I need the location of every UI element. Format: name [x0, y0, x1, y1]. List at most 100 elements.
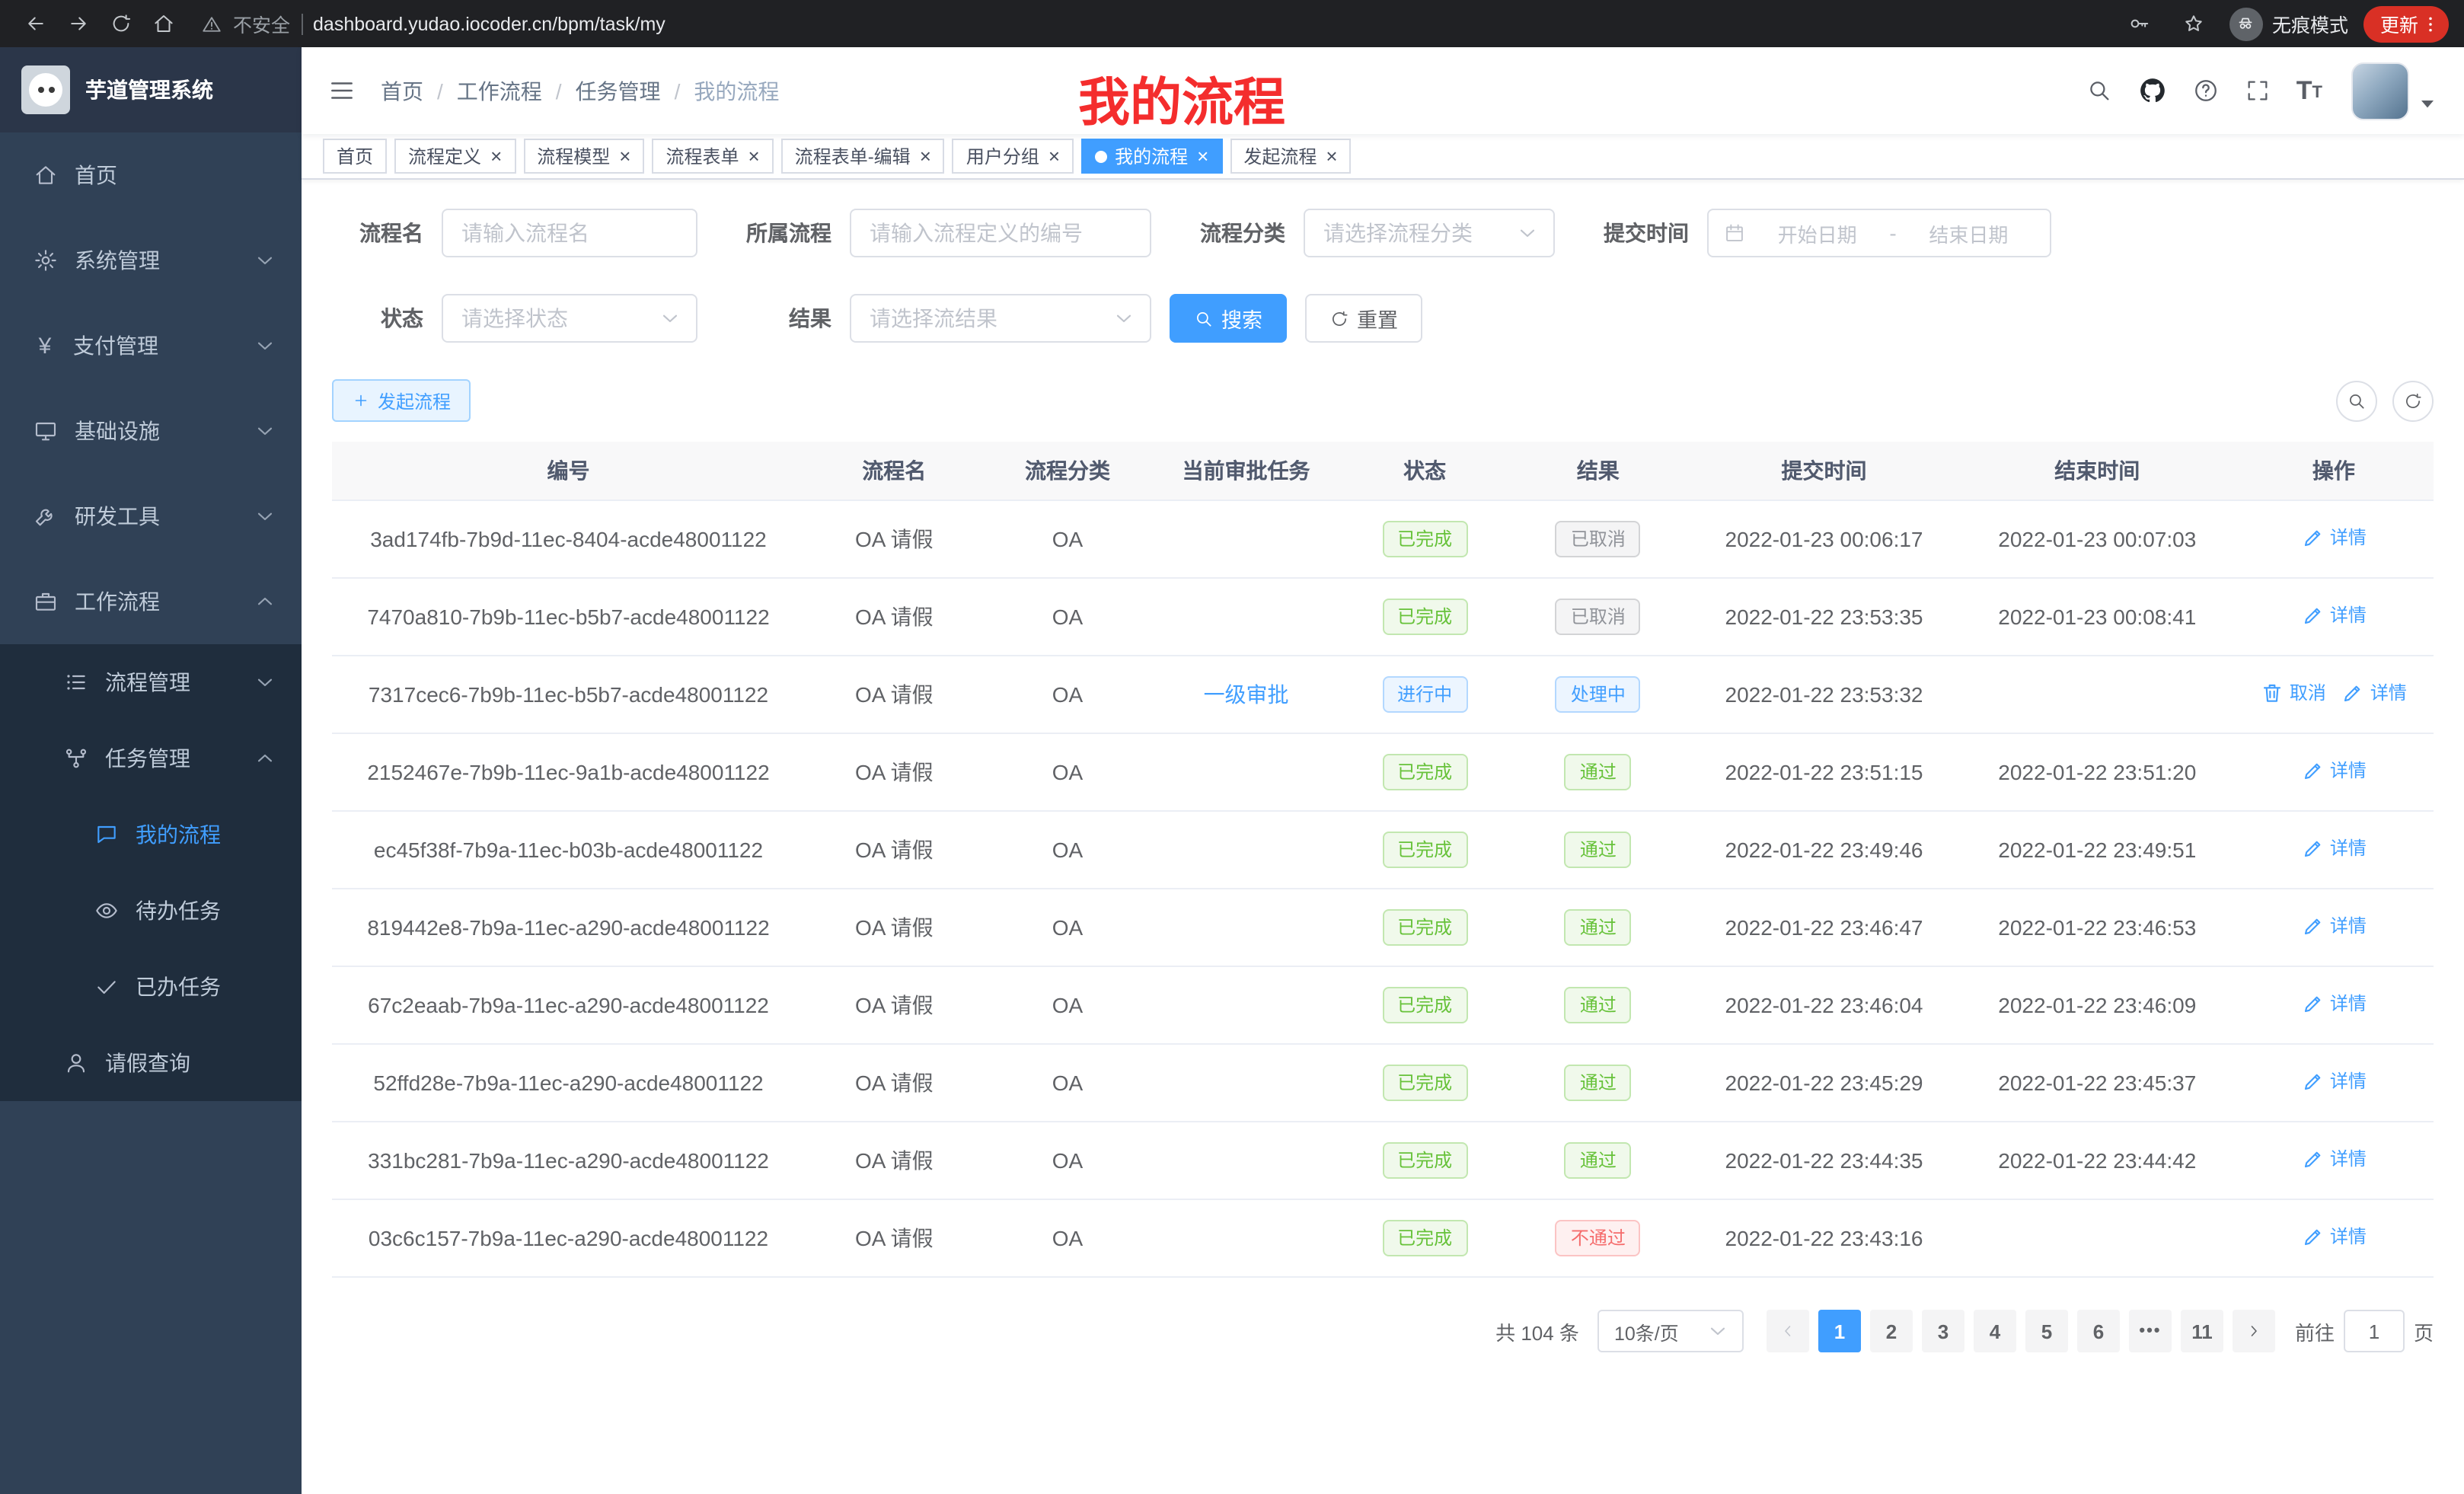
page-button-4[interactable]: 4 — [1974, 1310, 2016, 1352]
detail-action-link[interactable]: 详情 — [2301, 1224, 2367, 1250]
current-task-link[interactable]: 一级审批 — [1204, 682, 1289, 707]
cancel-action-link[interactable]: 取消 — [2261, 680, 2326, 706]
reset-button[interactable]: 重置 — [1305, 294, 1422, 343]
result-tag: 通过 — [1565, 754, 1632, 790]
tab-start-process[interactable]: 发起流程× — [1230, 139, 1351, 174]
user-avatar-menu[interactable] — [2351, 62, 2440, 120]
sidebar-item-workflow[interactable]: 工作流程 — [0, 559, 302, 644]
detail-action-link[interactable]: 详情 — [2301, 525, 2367, 551]
browser-back-button[interactable] — [15, 4, 55, 43]
toolbar-refresh-button[interactable] — [2392, 380, 2434, 421]
page-button-3[interactable]: 3 — [1922, 1310, 1964, 1352]
detail-action-link[interactable]: 详情 — [2301, 835, 2367, 861]
header-search-button[interactable] — [2086, 78, 2112, 104]
cell-result: 已取消 — [1509, 500, 1688, 578]
tab-close-icon[interactable]: × — [1326, 146, 1337, 166]
font-size-button[interactable]: TT — [2296, 78, 2322, 104]
search-button[interactable]: 搜索 — [1170, 294, 1287, 343]
detail-action-link[interactable]: 详情 — [2301, 913, 2367, 939]
tab-process-model[interactable]: 流程模型× — [523, 139, 644, 174]
chevron-down-icon — [658, 306, 682, 330]
sidebar-item-task-management[interactable]: 任务管理 — [0, 720, 302, 796]
sidebar-item-done-task[interactable]: 已办任务 — [0, 949, 302, 1025]
detail-action-link[interactable]: 详情 — [2301, 758, 2367, 784]
table-row: 819442e8-7b9a-11ec-a290-acde48001122OA 请… — [332, 889, 2434, 966]
detail-action-link[interactable]: 详情 — [2301, 1068, 2367, 1094]
tab-my-process[interactable]: 我的流程× — [1081, 139, 1222, 174]
breadcrumb-item[interactable]: 首页 — [381, 75, 423, 106]
tab-process-form[interactable]: 流程表单× — [652, 139, 773, 174]
cell-status: 已完成 — [1341, 966, 1509, 1044]
logo-image — [21, 65, 70, 114]
category-select[interactable]: 请选择流程分类 — [1304, 209, 1555, 257]
detail-action-link[interactable]: 详情 — [2301, 1146, 2367, 1172]
pagination-more-button[interactable]: ••• — [2129, 1310, 2172, 1352]
address-bar[interactable]: 不安全 dashboard.yudao.iocoder.cn/bpm/task/… — [201, 4, 2102, 43]
page-button-1[interactable]: 1 — [1818, 1310, 1861, 1352]
tab-process-definition[interactable]: 流程定义× — [394, 139, 515, 174]
page-button-6[interactable]: 6 — [2077, 1310, 2120, 1352]
sidebar: 芋道管理系统 首页系统管理¥支付管理基础设施研发工具工作流程流程管理任务管理我的… — [0, 47, 302, 1494]
tab-close-icon[interactable]: × — [1197, 146, 1208, 166]
page-button-2[interactable]: 2 — [1870, 1310, 1913, 1352]
sidebar-item-my-process[interactable]: 我的流程 — [0, 796, 302, 873]
cell-submit-time: 2022-01-22 23:49:46 — [1687, 811, 1961, 889]
toolbar-search-toggle-button[interactable] — [2336, 380, 2377, 421]
page-size-select[interactable]: 10条/页 — [1597, 1310, 1744, 1352]
prev-page-button[interactable] — [1767, 1310, 1809, 1352]
browser-forward-button[interactable] — [58, 4, 97, 43]
help-button[interactable] — [2193, 78, 2219, 104]
fullscreen-button[interactable] — [2245, 78, 2271, 104]
breadcrumb-separator: / — [556, 78, 562, 103]
goto-label: 前往 — [2295, 1317, 2335, 1346]
process-definition-input[interactable] — [850, 209, 1151, 257]
cell-submit-time: 2022-01-22 23:45:29 — [1687, 1044, 1961, 1122]
detail-action-link[interactable]: 详情 — [2301, 991, 2367, 1017]
page-button-11[interactable]: 11 — [2181, 1310, 2223, 1352]
goto-page-input[interactable] — [2344, 1310, 2405, 1352]
next-page-button[interactable] — [2233, 1310, 2275, 1352]
tab-close-icon[interactable]: × — [490, 146, 502, 166]
sidebar-toggle-button[interactable] — [302, 47, 381, 134]
tab-close-icon[interactable]: × — [920, 146, 931, 166]
cell-task — [1151, 811, 1340, 889]
sidebar-item-process-management[interactable]: 流程管理 — [0, 644, 302, 720]
cell-end-time — [1961, 1199, 2234, 1277]
browser-reload-button[interactable] — [101, 4, 140, 43]
incognito-badge[interactable]: 无痕模式 — [2229, 7, 2348, 40]
page-unit-label: 页 — [2414, 1317, 2434, 1346]
tab-user-group[interactable]: 用户分组× — [953, 139, 1074, 174]
browser-update-button[interactable]: 更新 — [2363, 5, 2449, 42]
sidebar-item-system-management[interactable]: 系统管理 — [0, 218, 302, 303]
result-select[interactable]: 请选择流结果 — [850, 294, 1151, 343]
sidebar-item-payment-management[interactable]: ¥支付管理 — [0, 303, 302, 388]
search-icon — [2347, 391, 2367, 410]
tab-home[interactable]: 首页 — [323, 139, 387, 174]
tab-close-icon[interactable]: × — [619, 146, 630, 166]
submit-time-range-picker[interactable]: 开始日期 - 结束日期 — [1707, 209, 2051, 257]
detail-action-link[interactable]: 详情 — [2341, 680, 2407, 706]
sidebar-item-infrastructure[interactable]: 基础设施 — [0, 388, 302, 474]
sidebar-item-leave-query[interactable]: 请假查询 — [0, 1025, 302, 1101]
process-name-input[interactable] — [442, 209, 697, 257]
tab-process-form-edit[interactable]: 流程表单-编辑× — [781, 139, 945, 174]
github-button[interactable] — [2138, 76, 2167, 105]
breadcrumb-item[interactable]: 任务管理 — [576, 75, 661, 106]
status-select[interactable]: 请选择状态 — [442, 294, 697, 343]
page-button-5[interactable]: 5 — [2025, 1310, 2068, 1352]
browser-home-button[interactable] — [143, 4, 183, 43]
sidebar-item-todo-task[interactable]: 待办任务 — [0, 873, 302, 949]
breadcrumb-item[interactable]: 工作流程 — [457, 75, 542, 106]
cell-id: 7317cec6-7b9b-11ec-b5b7-acde48001122 — [332, 656, 805, 733]
create-process-button[interactable]: 发起流程 — [332, 379, 471, 422]
sidebar-item-dev-tools[interactable]: 研发工具 — [0, 474, 302, 559]
cell-name: OA 请假 — [805, 656, 984, 733]
password-key-button[interactable] — [2120, 4, 2159, 43]
sidebar-item-home[interactable]: 首页 — [0, 132, 302, 218]
bookmark-star-button[interactable] — [2175, 4, 2214, 43]
status-tag: 已完成 — [1382, 521, 1467, 557]
detail-action-link[interactable]: 详情 — [2301, 602, 2367, 628]
tab-close-icon[interactable]: × — [1048, 146, 1060, 166]
column-header-result: 结果 — [1509, 442, 1688, 500]
tab-close-icon[interactable]: × — [748, 146, 760, 166]
